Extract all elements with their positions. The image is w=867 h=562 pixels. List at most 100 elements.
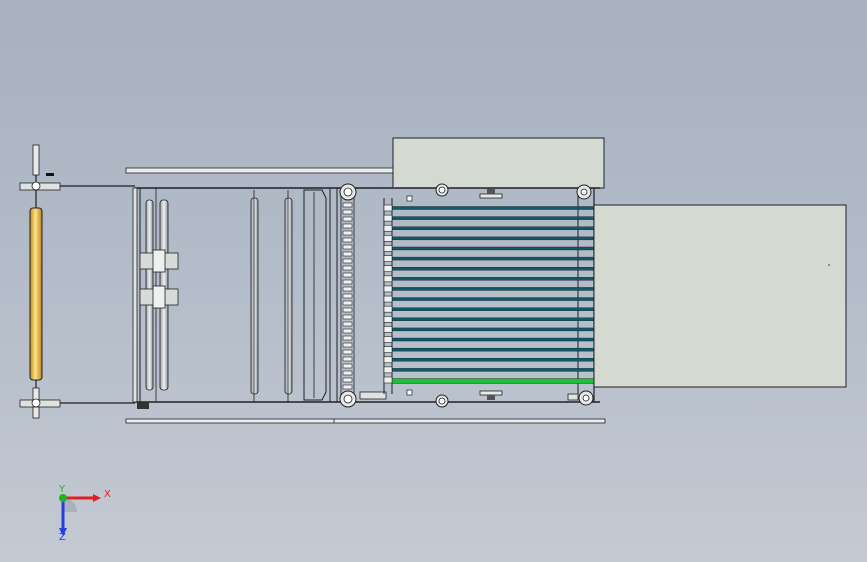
chain-link <box>342 202 353 208</box>
chain-link <box>342 342 353 348</box>
unwind-bracket-top <box>19 173 135 191</box>
conveyor-roller <box>391 236 595 241</box>
chain-link <box>342 328 353 334</box>
chain-link <box>342 377 353 383</box>
cad-viewport[interactable]: X Y Z <box>0 0 867 562</box>
roller-end-cap <box>383 366 393 374</box>
conveyor-roller <box>391 337 595 342</box>
conveyor-roller <box>391 256 595 261</box>
sprocket-top-left <box>339 183 357 201</box>
x-axis-label: X <box>104 489 111 500</box>
roller-end-cap <box>383 356 393 364</box>
coordinate-triad: X Y Z <box>58 484 111 543</box>
chain-link <box>342 272 353 278</box>
conveyor-roller <box>391 368 595 372</box>
conveyor-roller <box>391 297 595 301</box>
roller-end-cap <box>383 275 393 283</box>
chain-link <box>342 209 353 215</box>
roller-end-cap <box>383 214 393 222</box>
hood-wheel-left <box>435 183 449 197</box>
sprocket-bottom-right-oven <box>578 390 594 406</box>
unwind-roll-assembly <box>19 144 135 419</box>
unwind-bracket-bottom <box>19 398 135 408</box>
nip-clamp-upper <box>139 249 179 273</box>
chain-link <box>342 258 353 264</box>
conveyor-roller <box>391 277 595 281</box>
chain-link <box>342 300 353 306</box>
chain-link <box>342 244 353 250</box>
chain-link <box>342 363 353 369</box>
roller-end-cap <box>383 305 393 313</box>
hood-mount-top <box>479 193 503 199</box>
nip-clamp-lower <box>139 285 179 309</box>
roller-end-cap <box>383 315 393 323</box>
chain-link <box>342 293 353 299</box>
chain-link <box>342 237 353 243</box>
roller-end-cap <box>383 295 393 303</box>
roller-end-cap <box>383 336 393 343</box>
y-axis-label: Y <box>58 484 66 495</box>
chain-link <box>342 384 353 390</box>
roller-end-cap <box>383 376 393 384</box>
roller-end-cap <box>383 224 393 232</box>
oven-section <box>383 137 605 408</box>
conveyor-roller <box>391 327 595 332</box>
idler-roller-2 <box>284 197 293 395</box>
conveyor-roller <box>391 267 595 271</box>
chain-link <box>342 216 353 222</box>
bottom-guide-rail <box>125 418 606 424</box>
chain-link <box>342 286 353 292</box>
conveyor-roller <box>391 378 595 384</box>
conveyor-rollers <box>383 204 595 384</box>
roller-end-cap <box>383 285 393 293</box>
chain-link <box>342 370 353 376</box>
sprocket-bottom-left-oven <box>435 394 449 408</box>
roller-end-cap <box>383 204 393 212</box>
roller-end-cap <box>383 235 393 242</box>
idler-roller-1 <box>250 197 259 395</box>
chain-link <box>342 265 353 271</box>
chain-link <box>342 356 353 362</box>
feed-side-plate <box>132 187 138 403</box>
outfeed-table <box>593 204 847 388</box>
chain-link <box>342 279 353 285</box>
conveyor-roller <box>391 358 595 362</box>
chain-link <box>342 223 353 229</box>
hood-wheel-right <box>576 184 592 200</box>
conveyor-roller <box>391 347 595 352</box>
conveyor-roller <box>391 317 595 321</box>
chain-link <box>342 321 353 327</box>
roller-end-cap <box>383 265 393 273</box>
top-guide-rail <box>125 167 395 174</box>
roller-end-cap <box>383 326 393 333</box>
roller-end-cap <box>383 346 393 353</box>
shaft-end-top <box>32 144 40 176</box>
feed-motor-block <box>137 402 149 409</box>
sprocket-bottom-left <box>339 390 357 408</box>
idler-rollers <box>250 189 327 402</box>
chain-link <box>342 349 353 355</box>
conveyor-roller <box>391 226 595 230</box>
chain-drive <box>329 183 387 408</box>
roller-end-cap <box>383 245 393 252</box>
chain-link <box>342 251 353 257</box>
conveyor-roller <box>391 206 595 210</box>
conveyor-roller <box>391 246 595 251</box>
chain-link <box>342 230 353 236</box>
conveyor-roller <box>391 216 595 220</box>
outfeed-panel <box>593 204 847 388</box>
chain-link <box>342 335 353 341</box>
cad-drawing: X Y Z <box>19 137 847 543</box>
z-axis-label: Z <box>59 532 66 543</box>
conveyor-roller <box>391 307 595 311</box>
unwind-film-roll <box>29 207 43 381</box>
conveyor-roller <box>391 287 595 291</box>
y-axis-dot <box>59 494 67 502</box>
roller-end-cap <box>383 255 393 262</box>
oven-hood <box>392 137 605 189</box>
chain-link <box>342 314 353 320</box>
chain-link <box>342 307 353 313</box>
guide-bracket <box>303 189 327 401</box>
frame-rails <box>125 167 606 424</box>
tensioner-block <box>359 391 387 400</box>
